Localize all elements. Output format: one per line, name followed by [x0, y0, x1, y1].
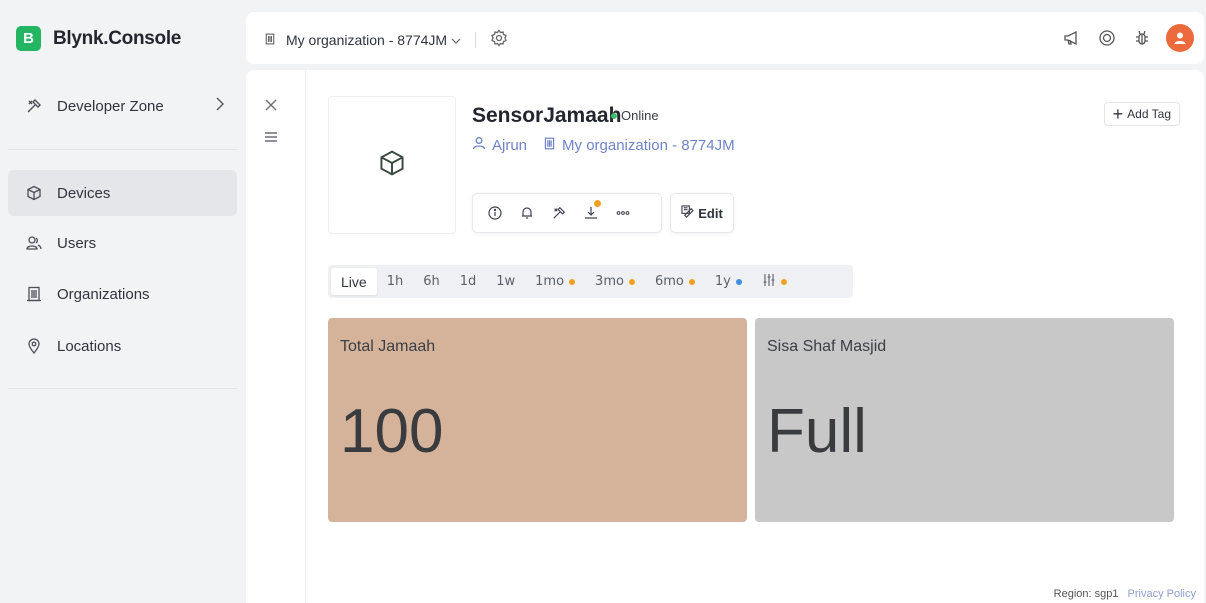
add-tag-label: Add Tag [1127, 107, 1171, 121]
range-label: 1w [496, 274, 516, 289]
sidebar-item-users[interactable]: Users [8, 220, 237, 266]
brand-name: Blynk.Console [53, 27, 182, 49]
notification-badge [594, 200, 601, 207]
bug-icon[interactable] [1131, 27, 1153, 49]
blynk-logo: B [16, 26, 41, 51]
range-6mo[interactable]: 6mo [645, 268, 705, 295]
gear-icon[interactable] [490, 29, 508, 50]
building-icon [25, 285, 43, 303]
sidebar-divider [8, 388, 237, 389]
device-image[interactable] [328, 96, 456, 234]
device-panel: SensorJamaah Online Ajrun My organizatio… [246, 70, 1204, 603]
chevron-right-icon [215, 96, 225, 116]
panel-tools [246, 70, 306, 603]
users-icon [25, 234, 43, 252]
premium-dot [628, 278, 635, 285]
sidebar-item-label: Locations [57, 337, 122, 355]
building-icon [543, 137, 556, 154]
organization-name: My organization - 8774JM [286, 31, 448, 48]
range-3mo[interactable]: 3mo [585, 268, 645, 295]
plus-icon: + [1112, 104, 1124, 124]
range-label: 6h [423, 274, 440, 289]
widget-value: 100 [340, 397, 444, 466]
support-icon[interactable] [1096, 27, 1118, 49]
sidebar-item-label: Devices [57, 184, 111, 202]
range-1w[interactable]: 1w [486, 268, 525, 295]
widget-sisa-shaf-masjid[interactable]: Sisa Shaf Masjid Full [755, 318, 1174, 522]
building-icon [264, 32, 276, 48]
download-icon[interactable] [581, 200, 601, 223]
range-1y[interactable]: 1y [705, 268, 752, 295]
edit-label: Edit [698, 205, 723, 221]
sidebar-item-label: Users [57, 234, 97, 252]
megaphone-icon[interactable] [1061, 27, 1083, 49]
close-icon[interactable] [264, 98, 278, 117]
range-live[interactable]: Live [331, 268, 377, 295]
online-dot [611, 112, 617, 119]
top-right-actions [1048, 24, 1194, 52]
cube-icon [25, 184, 43, 202]
premium-dot [735, 278, 742, 285]
range-label: 6mo [654, 274, 684, 289]
brand[interactable]: B Blynk.Console [16, 26, 181, 51]
sidebar-item-developer-zone[interactable]: Developer Zone [8, 83, 237, 129]
avatar[interactable] [1166, 24, 1194, 52]
range-label: 3mo [595, 274, 624, 289]
edit-icon [681, 205, 695, 221]
widget-value: Full [767, 397, 867, 466]
tools-icon[interactable] [549, 203, 569, 223]
sidebar-divider [8, 149, 237, 150]
range-1h[interactable]: 1h [377, 268, 414, 295]
location-pin-icon [25, 337, 43, 355]
organization-switcher[interactable]: My organization - 8774JM [264, 29, 508, 50]
range-1mo[interactable]: 1mo [525, 268, 585, 295]
menu-icon[interactable] [264, 130, 278, 149]
sidebar-item-locations[interactable]: Locations [8, 323, 237, 369]
range-label: Live [341, 273, 367, 290]
range-1d[interactable]: 1d [450, 268, 487, 295]
sidebar-item-label: Developer Zone [57, 97, 164, 115]
footer: Region: sgp1 Privacy Policy [1054, 588, 1196, 600]
add-tag-button[interactable]: + Add Tag [1103, 102, 1180, 126]
sidebar-item-organizations[interactable]: Organizations [8, 271, 237, 317]
premium-dot [569, 278, 576, 285]
region-text: Region: sgp1 [1053, 588, 1119, 600]
user-icon [472, 136, 486, 154]
sliders-icon [762, 273, 776, 291]
premium-dot [688, 278, 695, 285]
info-icon[interactable] [485, 203, 505, 223]
widget-title: Total Jamaah [340, 338, 436, 355]
more-icon[interactable] [613, 203, 633, 223]
top-bar: My organization - 8774JM [246, 12, 1204, 64]
range-6h[interactable]: 6h [413, 268, 450, 295]
range-label: 1h [386, 274, 404, 289]
premium-dot [780, 278, 787, 285]
range-label: 1y [714, 274, 731, 289]
separator [475, 31, 477, 48]
device-owner[interactable]: Ajrun [492, 137, 527, 154]
status-badge: Online [611, 108, 659, 123]
range-custom[interactable] [752, 268, 797, 295]
device-organization[interactable]: My organization - 8774JM [562, 137, 735, 154]
widget-title: Sisa Shaf Masjid [767, 338, 887, 355]
device-meta: Ajrun My organization - 8774JM [472, 136, 735, 154]
status-text: Online [621, 108, 659, 123]
privacy-policy-link[interactable]: Privacy Policy [1128, 588, 1196, 600]
cube-icon [379, 149, 405, 182]
range-label: 1mo [535, 274, 565, 289]
bell-icon[interactable] [517, 203, 537, 223]
device-name: SensorJamaah [472, 104, 622, 127]
edit-button[interactable]: Edit [670, 193, 734, 233]
device-actions [472, 193, 662, 233]
widget-total-jamaah[interactable]: Total Jamaah 100 [328, 318, 747, 522]
chevron-down-icon [451, 32, 461, 48]
sidebar-item-devices[interactable]: Devices [8, 170, 237, 216]
time-range-selector: Live 1h 6h 1d 1w 1mo 3mo 6mo 1y [328, 265, 853, 298]
tools-icon [25, 97, 43, 115]
range-label: 1d [459, 274, 477, 289]
sidebar: B Blynk.Console Developer Zone Devices U… [0, 0, 246, 603]
sidebar-item-label: Organizations [57, 285, 150, 303]
